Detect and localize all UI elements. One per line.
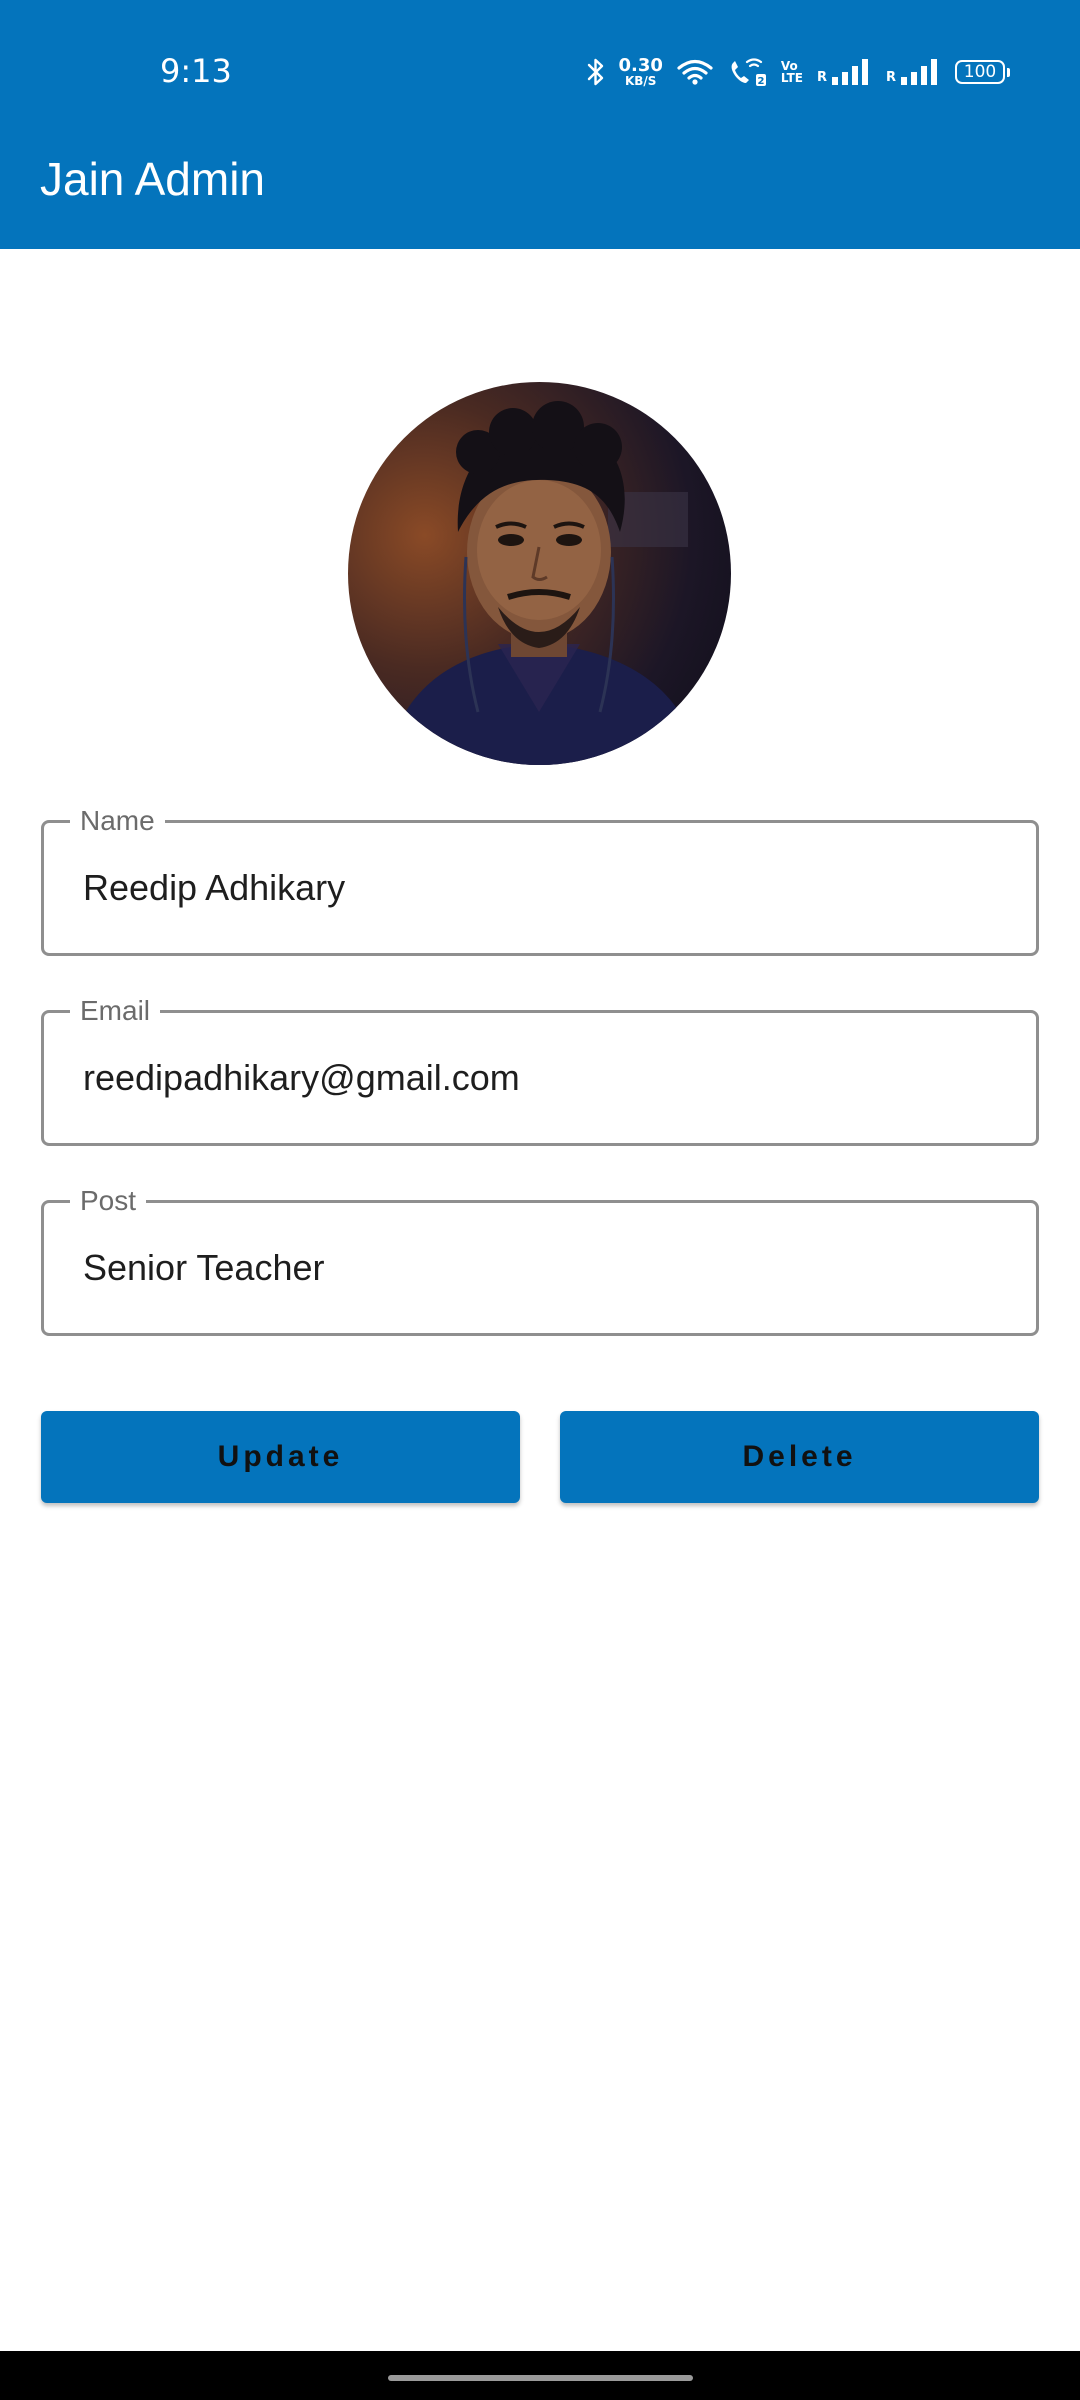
- signal-icon: R: [817, 59, 872, 85]
- name-input[interactable]: Reedip Adhikary: [83, 823, 345, 953]
- wifi-icon: [677, 57, 713, 87]
- delete-button[interactable]: Delete: [560, 1411, 1039, 1503]
- wifi-call-icon: 2: [727, 57, 767, 87]
- svg-text:2: 2: [757, 76, 764, 87]
- profile-photo: [388, 401, 698, 765]
- post-field[interactable]: Post Senior Teacher: [41, 1184, 1039, 1336]
- email-field[interactable]: Email reedipadhikary@gmail.com: [41, 994, 1039, 1146]
- signal-icon-2: R: [886, 59, 941, 85]
- status-icons: 0.30 KB/S 2 Vo LTE R R 100: [587, 52, 1010, 92]
- profile-avatar[interactable]: [348, 382, 731, 765]
- app-title: Jain Admin: [40, 153, 266, 205]
- email-input[interactable]: reedipadhikary@gmail.com: [83, 1013, 520, 1143]
- battery-icon: 100: [955, 60, 1010, 84]
- bluetooth-icon: [587, 57, 605, 87]
- home-gesture-handle[interactable]: [388, 2375, 693, 2381]
- post-input[interactable]: Senior Teacher: [83, 1203, 325, 1333]
- status-time: 9:13: [160, 52, 232, 90]
- volte-indicator: Vo LTE: [780, 59, 803, 85]
- update-button[interactable]: Update: [41, 1411, 520, 1503]
- network-speed: 0.30 KB/S: [618, 55, 663, 88]
- name-field[interactable]: Name Reedip Adhikary: [41, 804, 1039, 956]
- navigation-bar: [0, 2351, 1080, 2400]
- app-bar: 9:13 0.30 KB/S 2 Vo LTE R R 100 Jain Adm…: [0, 0, 1080, 249]
